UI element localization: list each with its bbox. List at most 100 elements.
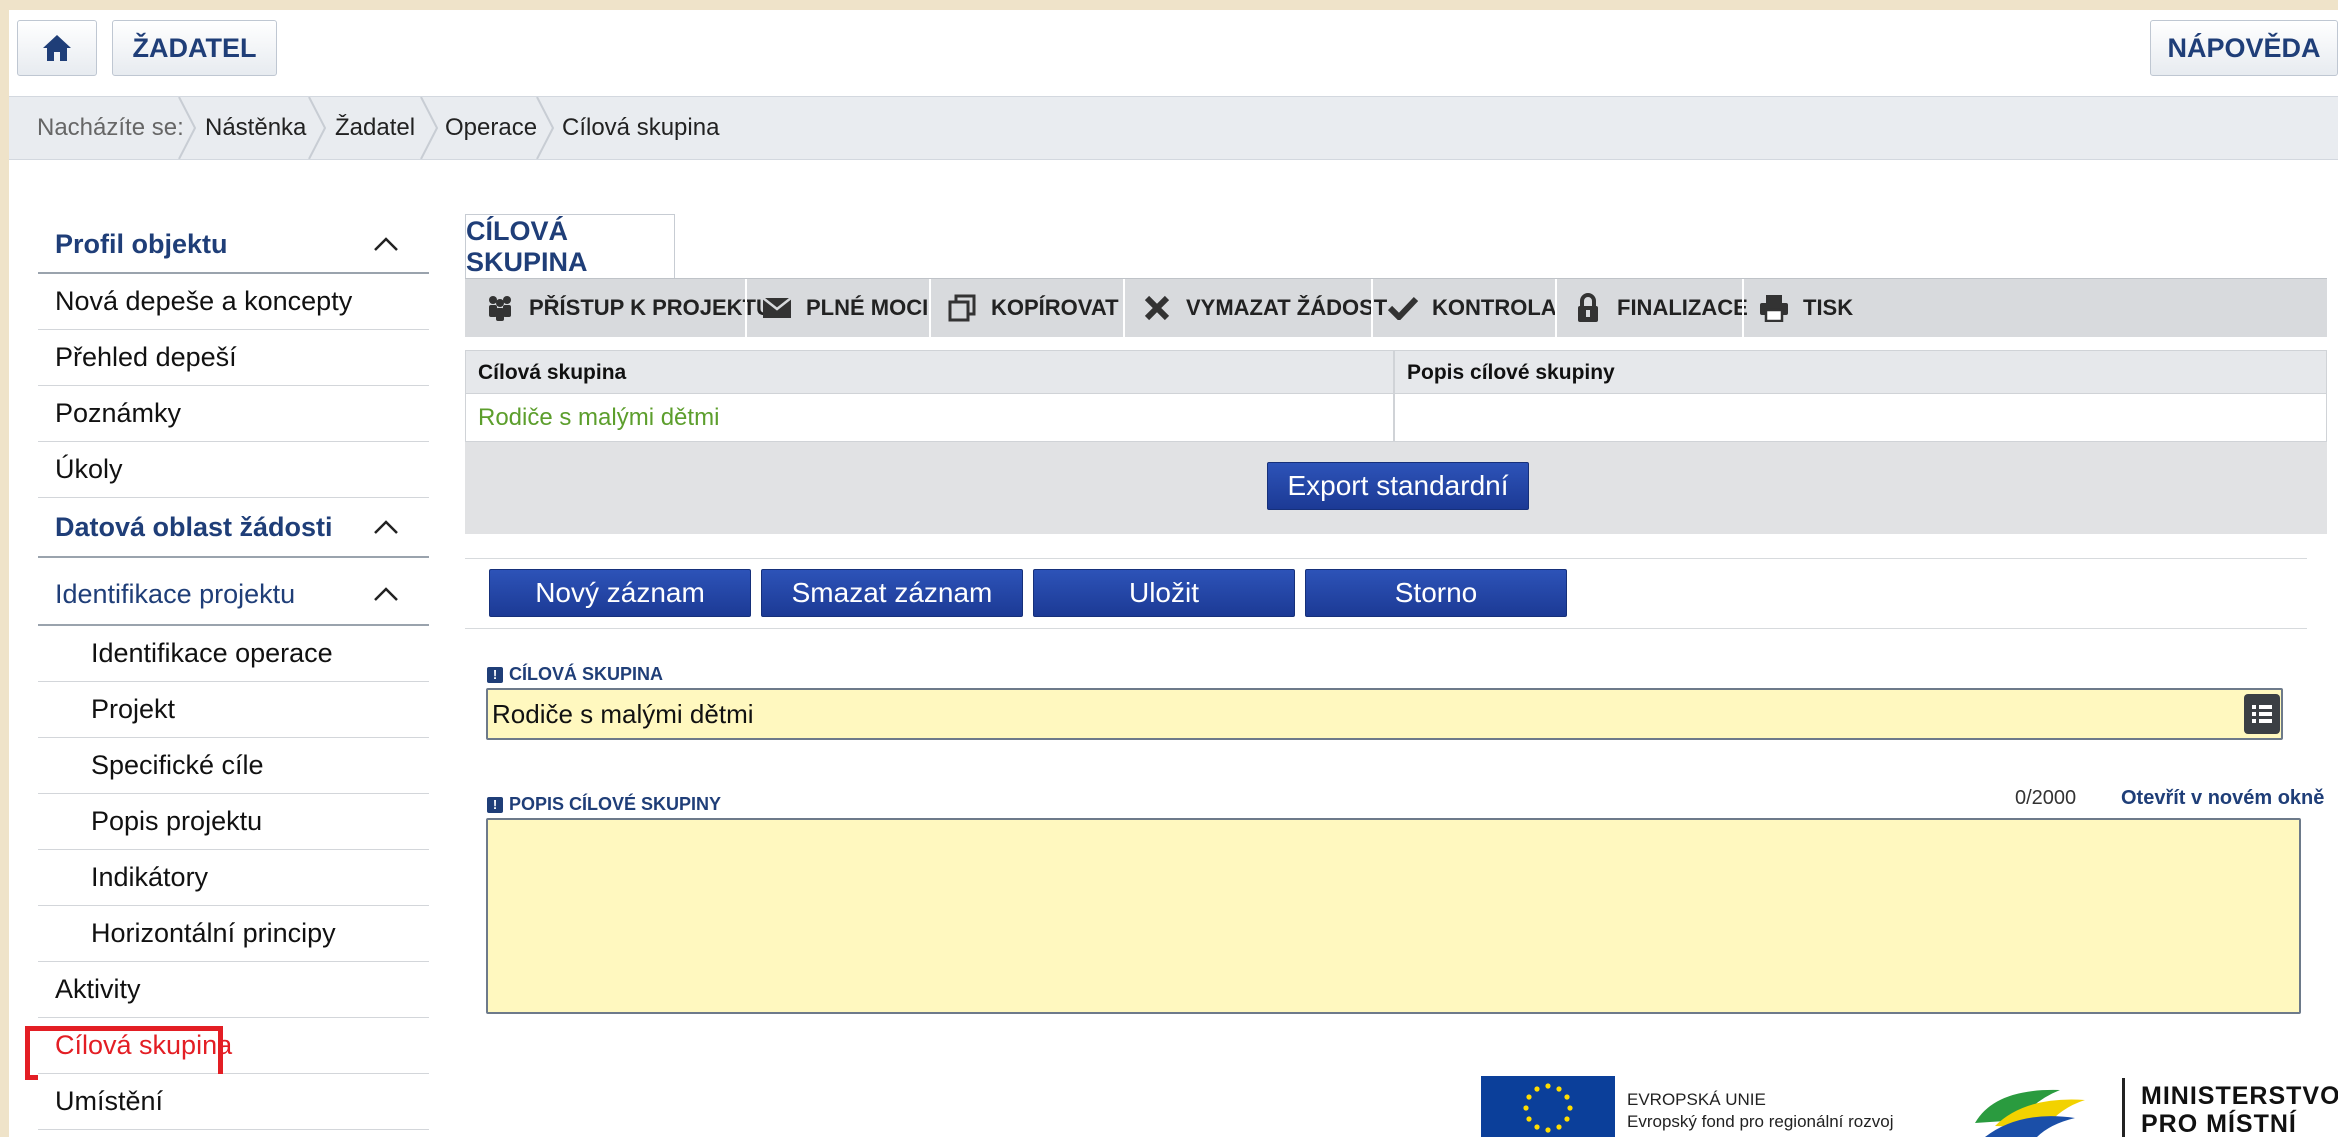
toolbar-label: FINALIZACE (1617, 295, 1748, 320)
sidebar-item-project-description[interactable]: Popis projektu (38, 794, 429, 850)
toolbar-divider (1123, 279, 1125, 337)
target-group-label: ! CÍLOVÁ SKUPINA (487, 664, 663, 685)
powers-of-attorney-button[interactable]: PLNÉ MOCI (762, 279, 928, 337)
eu-flag-logo (1481, 1076, 1615, 1137)
divider (465, 558, 2307, 559)
eu-fund-label: Evropský fond pro regionální rozvoj (1627, 1112, 1894, 1131)
sidebar-item-activities[interactable]: Aktivity (38, 962, 429, 1018)
finalize-button[interactable]: FINALIZACE (1573, 279, 1748, 337)
table-cell-target-group[interactable]: Rodiče s malými dětmi (465, 394, 1394, 442)
breadcrumb-item-operation[interactable]: Operace (445, 97, 537, 159)
help-button[interactable]: NÁPOVĚDA (2150, 20, 2338, 76)
sidebar-item-label: Datová oblast žádosti (55, 511, 333, 542)
sidebar-item-label: Horizontální principy (91, 918, 336, 948)
chevron-up-icon[interactable] (373, 514, 399, 540)
sidebar-item-label: Identifikace projektu (55, 578, 296, 609)
sidebar-item-indicators[interactable]: Indikátory (38, 850, 429, 906)
sidebar-item-label: Indikátory (91, 862, 209, 892)
sidebar-item-specific-goals[interactable]: Specifické cíle (38, 738, 429, 794)
open-new-window-link[interactable]: Otevřít v novém okně (2121, 787, 2324, 810)
breadcrumb-separator (308, 97, 327, 159)
home-button[interactable] (17, 20, 97, 76)
breadcrumb-separator (420, 97, 439, 159)
sidebar-section-object-profile[interactable]: Profil objektu (38, 216, 429, 274)
breadcrumb-separator (536, 97, 555, 159)
export-bar: Export standardní (465, 442, 2327, 534)
table-header-description[interactable]: Popis cílové skupiny (1394, 350, 2327, 394)
toolbar-label: PŘÍSTUP K PROJEKTU (529, 295, 772, 320)
sidebar-item-label: Úkoly (55, 454, 123, 484)
home-icon (43, 35, 71, 61)
eu-stars-icon (1523, 1083, 1573, 1133)
sidebar-section-project-identification[interactable]: Identifikace projektu (38, 564, 429, 626)
toolbar: PŘÍSTUP K PROJEKTU PLNÉ MOCI KOPÍROVAT V… (465, 278, 2327, 337)
breadcrumb: Nacházíte se: Nástěnka Žadatel Operace C… (9, 96, 2338, 160)
copy-button[interactable]: KOPÍROVAT (947, 279, 1119, 337)
new-record-button[interactable]: Nový záznam (489, 569, 751, 617)
export-standard-button[interactable]: Export standardní (1267, 462, 1529, 510)
top-bar: ŽADATEL NÁPOVĚDA (9, 10, 2338, 96)
toolbar-divider (1555, 279, 1557, 337)
project-access-button[interactable]: PŘÍSTUP K PROJEKTU (485, 279, 772, 337)
save-button[interactable]: Uložit (1033, 569, 1295, 617)
breadcrumb-item-target-group: Cílová skupina (562, 114, 720, 141)
sidebar-item-tasks[interactable]: Úkoly (38, 442, 429, 498)
sidebar-item-operation-identification[interactable]: Identifikace operace (38, 626, 429, 682)
sidebar-item-project[interactable]: Projekt (38, 682, 429, 738)
chevron-up-icon[interactable] (373, 581, 399, 607)
sidebar-item-label: Poznámky (55, 398, 182, 428)
application-window: ŽADATEL NÁPOVĚDA Nacházíte se: Nástěnka … (9, 10, 2338, 1137)
list-picker-button[interactable] (2244, 694, 2280, 734)
sidebar-item-label: Specifické cíle (91, 750, 264, 780)
target-group-field[interactable]: Rodiče s malými dětmi (486, 688, 2283, 740)
table-header-target-group[interactable]: Cílová skupina (465, 350, 1394, 394)
delete-record-button[interactable]: Smazat záznam (761, 569, 1023, 617)
sidebar-section-application-data[interactable]: Datová oblast žádosti (38, 498, 429, 558)
lock-icon (1573, 293, 1603, 323)
sidebar-item-label: Umístění (55, 1086, 164, 1116)
sidebar-item-new-messages[interactable]: Nová depeše a koncepty (38, 274, 429, 330)
chevron-up-icon[interactable] (373, 231, 399, 257)
people-icon (485, 293, 515, 323)
copy-icon (947, 293, 977, 323)
envelope-icon (762, 293, 792, 323)
sidebar-item-label: Přehled depeší (55, 342, 237, 372)
print-icon (1759, 293, 1789, 323)
divider (465, 628, 2307, 629)
toolbar-label: KONTROLA (1432, 295, 1557, 320)
toolbar-label: TISK (1803, 295, 1854, 320)
sidebar-item-message-overview[interactable]: Přehled depeší (38, 330, 429, 386)
highlight-box (25, 1026, 223, 1080)
sidebar-item-horizontal-principles[interactable]: Horizontální principy (38, 906, 429, 962)
required-icon: ! (487, 666, 503, 683)
check-icon (1388, 293, 1418, 323)
table-cell-description[interactable] (1394, 394, 2327, 442)
ministry-label: MINISTERSTVO (2141, 1082, 2338, 1110)
toolbar-divider (1371, 279, 1373, 337)
field-label: POPIS CÍLOVÉ SKUPINY (509, 794, 722, 814)
sidebar-item-label: Identifikace operace (91, 638, 333, 668)
tab-target-group[interactable]: CÍLOVÁ SKUPINA (465, 214, 675, 278)
toolbar-label: VYMAZAT ŽÁDOST (1186, 295, 1388, 320)
ministry-label-2: PRO MÍSTNÍ (2141, 1110, 2297, 1137)
toolbar-label: KOPÍROVAT (991, 295, 1119, 320)
sidebar-item-notes[interactable]: Poznámky (38, 386, 429, 442)
toolbar-label: PLNÉ MOCI (806, 295, 929, 320)
sidebar-item-label: Popis projektu (91, 806, 263, 836)
main-content: CÍLOVÁ SKUPINA PŘÍSTUP K PROJEKTU PLNÉ M… (457, 204, 2327, 1137)
logo-divider (2122, 1078, 2125, 1137)
sidebar-item-location[interactable]: Umístění (38, 1074, 429, 1130)
toolbar-divider (745, 279, 747, 337)
breadcrumb-item-dashboard[interactable]: Nástěnka (205, 97, 306, 159)
cancel-button[interactable]: Storno (1305, 569, 1567, 617)
breadcrumb-item-applicant[interactable]: Žadatel (335, 97, 415, 159)
sidebar-item-label: Projekt (91, 694, 176, 724)
target-group-description-label: ! POPIS CÍLOVÉ SKUPINY (487, 794, 721, 815)
print-button[interactable]: TISK (1759, 279, 1853, 337)
character-counter: 0/2000 (2015, 787, 2077, 809)
delete-application-button[interactable]: VYMAZAT ŽÁDOST (1142, 279, 1387, 337)
target-group-description-field[interactable] (486, 818, 2301, 1014)
check-button[interactable]: KONTROLA (1388, 279, 1557, 337)
applicant-button[interactable]: ŽADATEL (112, 20, 277, 76)
toolbar-divider (1742, 279, 1744, 337)
